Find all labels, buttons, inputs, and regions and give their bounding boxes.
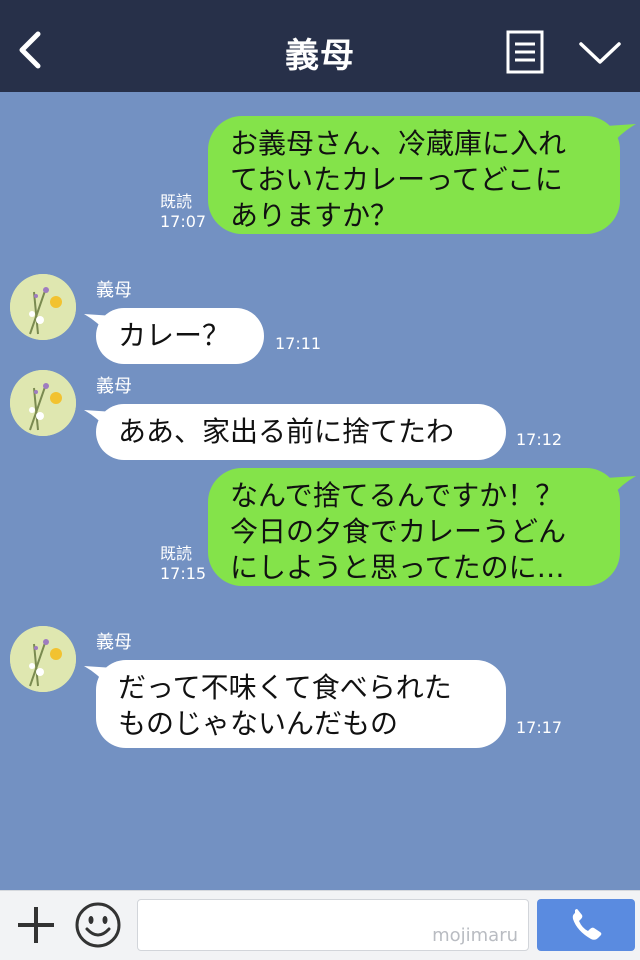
message-line: 今日の夕食でカレーうどん xyxy=(230,515,567,548)
watermark-text: mojimaru xyxy=(432,925,518,946)
smiley-icon xyxy=(75,902,121,948)
message-line: ありますか？ xyxy=(230,199,399,232)
chevron-down-icon xyxy=(579,42,621,64)
message-input[interactable]: mojimaru xyxy=(137,899,529,951)
their-message-bubble[interactable]: だって不味くて食べられた ものじゃないんだもの xyxy=(96,660,506,748)
bubble-tail xyxy=(606,476,636,496)
their-message-bubble[interactable]: ああ、家出る前に捨てたわ xyxy=(96,404,506,460)
plus-icon xyxy=(18,907,54,943)
notes-button[interactable] xyxy=(506,30,544,74)
flower-avatar-icon xyxy=(10,274,76,340)
phone-icon xyxy=(572,909,602,940)
message-line: ておいたカレーってどこに xyxy=(230,163,563,196)
emoji-button[interactable] xyxy=(74,901,122,949)
message-time: 17:15 xyxy=(160,564,207,583)
message-time: 17:12 xyxy=(516,430,563,449)
read-receipt: 既読 xyxy=(160,192,193,211)
flower-avatar-icon xyxy=(10,370,76,436)
chat-header: 義母 xyxy=(0,0,640,92)
avatar[interactable] xyxy=(10,626,76,692)
message-meta: 既読 17:15 xyxy=(160,544,206,584)
document-icon xyxy=(506,30,544,74)
collapse-button[interactable] xyxy=(578,40,622,66)
message-line: なんで捨てるんですか！？ xyxy=(230,479,564,512)
message-meta: 既読 17:07 xyxy=(160,192,206,232)
sender-name: 義母 xyxy=(96,632,132,653)
their-message-bubble[interactable]: カレー？ xyxy=(96,308,264,364)
message-time: 17:17 xyxy=(516,718,563,737)
message-line: お義母さん、冷蔵庫に入れ xyxy=(230,127,567,160)
avatar[interactable] xyxy=(10,274,76,340)
message-time: 17:07 xyxy=(160,212,207,231)
my-message-bubble[interactable]: お義母さん、冷蔵庫に入れ ておいたカレーってどこに ありますか？ xyxy=(208,116,620,234)
sender-name: 義母 xyxy=(96,376,132,397)
call-button[interactable] xyxy=(537,899,635,951)
message-line: にしようと思ってたのに… xyxy=(230,551,565,584)
message-line: ものじゃないんだもの xyxy=(118,707,399,740)
avatar[interactable] xyxy=(10,370,76,436)
read-receipt: 既読 xyxy=(160,544,193,563)
add-button[interactable] xyxy=(14,903,58,947)
message-time: 17:11 xyxy=(275,334,322,353)
message-input-bar: mojimaru xyxy=(0,890,640,960)
my-message-bubble[interactable]: なんで捨てるんですか！？ 今日の夕食でカレーうどん にしようと思ってたのに… xyxy=(208,468,620,586)
message-line: カレー？ xyxy=(118,319,231,352)
bubble-tail xyxy=(606,124,636,144)
message-line: だって不味くて食べられた xyxy=(118,671,452,704)
message-line: ああ、家出る前に捨てたわ xyxy=(118,415,455,448)
chat-area[interactable]: 既読 17:07 お義母さん、冷蔵庫に入れ ておいたカレーってどこに ありますか… xyxy=(0,92,640,890)
chat-title: 義母 xyxy=(285,36,355,76)
flower-avatar-icon xyxy=(10,626,76,692)
sender-name: 義母 xyxy=(96,280,132,301)
